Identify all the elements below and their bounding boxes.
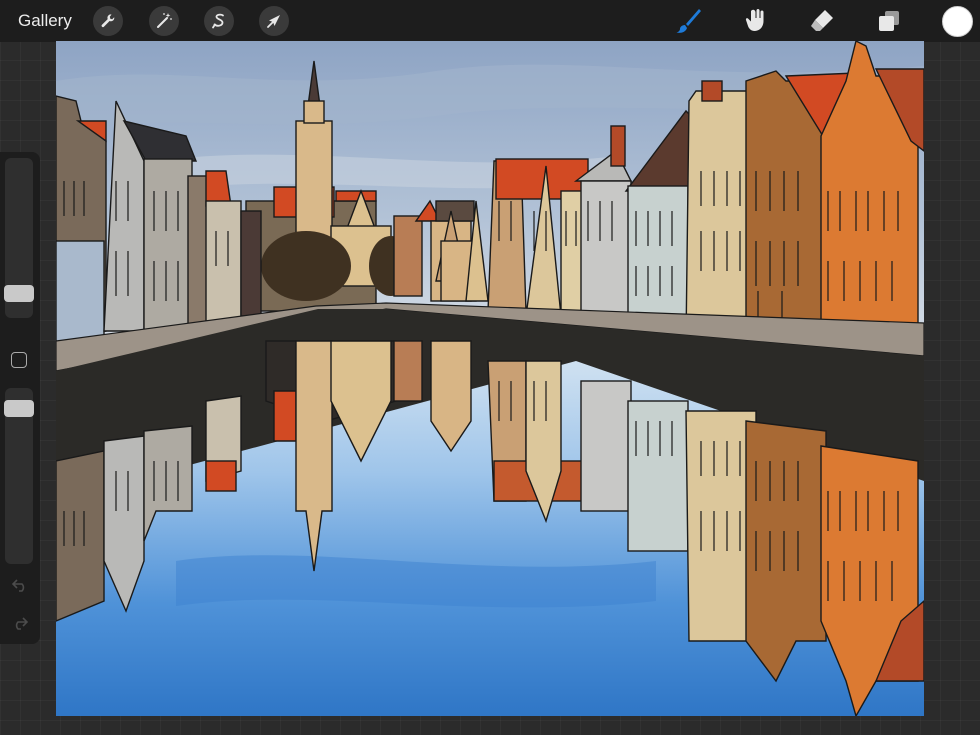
adjustments-button[interactable] (149, 6, 179, 36)
magic-wand-icon (157, 13, 172, 28)
undo-icon (11, 579, 25, 592)
left-sidebar (0, 152, 40, 644)
top-toolbar: Gallery (0, 0, 980, 42)
color-picker-button[interactable] (942, 6, 973, 37)
redo-button[interactable] (9, 614, 31, 636)
layers-icon (879, 11, 899, 31)
selection-button[interactable] (204, 6, 234, 36)
eraser-icon (811, 10, 833, 31)
eraser-tool-button[interactable] (807, 6, 837, 36)
brush-size-thumb[interactable] (4, 285, 34, 302)
transform-arrow-icon (267, 15, 280, 28)
undo-button[interactable] (9, 576, 31, 598)
actions-button[interactable] (93, 6, 123, 36)
layers-button[interactable] (874, 6, 904, 36)
selection-icon (212, 13, 224, 29)
opacity-slider[interactable] (4, 388, 34, 564)
transform-button[interactable] (259, 6, 289, 36)
brush-size-slider[interactable] (4, 158, 34, 318)
wrench-icon (101, 14, 115, 28)
redo-icon (15, 617, 29, 630)
brush-icon (676, 9, 701, 33)
modify-button[interactable] (11, 352, 27, 368)
opacity-thumb[interactable] (4, 400, 34, 417)
smudge-tool-button[interactable] (740, 6, 770, 36)
canal-artwork (56, 41, 924, 716)
gallery-button[interactable]: Gallery (18, 11, 72, 31)
brush-tool-button[interactable] (673, 6, 703, 36)
drawing-canvas[interactable] (56, 41, 924, 716)
smudge-icon (745, 9, 764, 31)
